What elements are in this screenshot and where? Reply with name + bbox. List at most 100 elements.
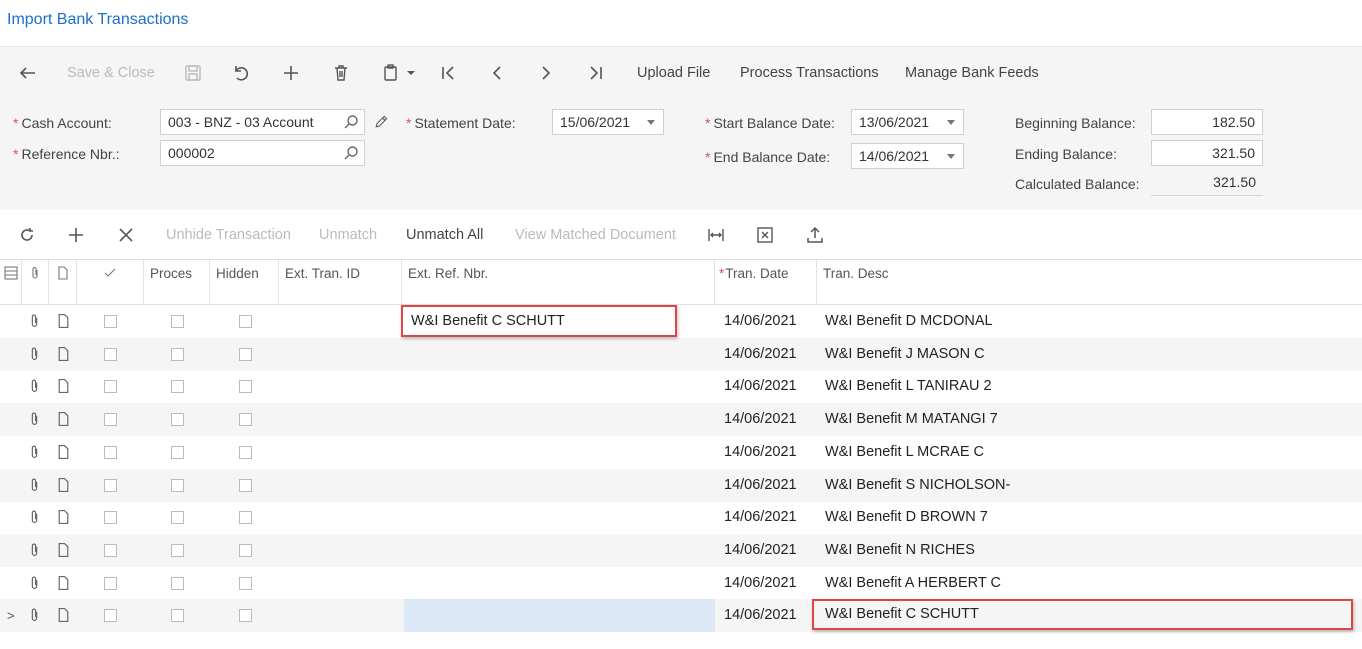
beginning-balance-field[interactable]: 182.50 (1151, 109, 1263, 135)
ext-ref-nbr-cell[interactable] (410, 501, 670, 534)
tran-desc-cell[interactable]: W&I Benefit D MCDONAL (825, 305, 1025, 338)
table-row[interactable]: 14/06/2021 W&I Benefit S NICHOLSON- (0, 468, 1362, 502)
processed-checkbox[interactable] (171, 315, 184, 328)
col-ext-tran-id[interactable]: Ext. Tran. ID (279, 260, 402, 305)
excel-export-icon[interactable] (751, 210, 779, 260)
tran-date-cell[interactable]: 14/06/2021 (724, 567, 814, 600)
checkmark-icon[interactable] (77, 260, 144, 305)
processed-checkbox[interactable] (171, 413, 184, 427)
back-icon[interactable] (14, 47, 42, 99)
tran-desc-cell[interactable]: W&I Benefit A HERBERT C (825, 567, 1025, 600)
statement-date-field[interactable]: 15/06/2021 (552, 109, 664, 135)
hidden-checkbox[interactable] (239, 445, 252, 459)
table-row[interactable]: 14/06/2021 W&I Benefit N RICHES (0, 533, 1362, 567)
ending-balance-field[interactable]: 321.50 (1151, 140, 1263, 166)
previous-record-icon[interactable] (483, 47, 511, 99)
ext-ref-nbr-editor[interactable]: W&I Benefit C SCHUTT (411, 307, 565, 335)
end-balance-date-field[interactable]: 14/06/2021 (851, 143, 964, 169)
note-icon[interactable] (56, 346, 71, 362)
tran-desc-cell[interactable]: W&I Benefit M MATANGI 7 (825, 403, 1025, 436)
fit-columns-icon[interactable] (702, 210, 730, 260)
ext-ref-nbr-cell[interactable] (410, 403, 670, 436)
select-checkbox[interactable] (104, 576, 117, 590)
add-row-icon[interactable] (62, 210, 90, 260)
table-row[interactable]: 14/06/2021 W&I Benefit L MCRAE C (0, 436, 1362, 469)
refresh-icon[interactable] (13, 210, 41, 260)
search-icon[interactable] (343, 113, 359, 129)
ext-ref-nbr-cell[interactable] (410, 599, 670, 632)
unhide-transaction-button[interactable]: Unhide Transaction (166, 210, 291, 260)
tran-desc-cell[interactable]: W&I Benefit L MCRAE C (825, 436, 1025, 469)
attachment-icon[interactable] (27, 542, 42, 558)
note-icon[interactable] (56, 378, 71, 394)
tran-desc-cell[interactable]: W&I Benefit D BROWN 7 (825, 501, 1025, 534)
col-processed[interactable]: Proces (144, 260, 210, 305)
col-ext-ref-nbr[interactable]: Ext. Ref. Nbr. (402, 260, 715, 305)
attachment-icon[interactable] (27, 444, 42, 460)
tran-date-cell[interactable]: 14/06/2021 (724, 403, 814, 436)
tran-date-cell[interactable]: 14/06/2021 (724, 436, 814, 469)
highlight-ext-ref-nbr[interactable]: W&I Benefit C SCHUTT (401, 305, 677, 337)
view-matched-document-button[interactable]: View Matched Document (515, 210, 676, 260)
cash-account-field[interactable]: 003 - BNZ - 03 Account (160, 109, 365, 135)
tran-desc-cell[interactable]: W&I Benefit N RICHES (825, 534, 1025, 567)
note-icon[interactable] (56, 444, 71, 460)
select-checkbox[interactable] (104, 478, 117, 492)
attachment-icon[interactable] (27, 313, 42, 329)
select-checkbox[interactable] (104, 347, 117, 361)
table-row[interactable]: W&I Benefit C SCHUTT 14/06/2021 W&I Benefi… (0, 305, 1362, 338)
hidden-checkbox[interactable] (239, 609, 252, 623)
add-icon[interactable] (277, 47, 305, 99)
processed-checkbox[interactable] (171, 380, 184, 394)
processed-checkbox[interactable] (171, 609, 184, 623)
ext-ref-nbr-cell[interactable] (410, 567, 670, 600)
tran-date-cell[interactable]: 14/06/2021 (724, 599, 814, 632)
hidden-checkbox[interactable] (239, 413, 252, 427)
save-icon[interactable] (179, 47, 207, 99)
hidden-checkbox[interactable] (239, 380, 252, 394)
ext-ref-nbr-cell[interactable] (410, 534, 670, 567)
table-row[interactable]: 14/06/2021 W&I Benefit L TANIRAU 2 (0, 370, 1362, 403)
tran-date-cell[interactable]: 14/06/2021 (724, 305, 814, 338)
upload-file-button[interactable]: Upload File (637, 47, 710, 99)
select-checkbox[interactable] (104, 543, 117, 557)
reference-nbr-field[interactable]: 000002 (160, 140, 365, 166)
ext-ref-nbr-cell[interactable] (410, 338, 670, 371)
hidden-checkbox[interactable] (239, 543, 252, 557)
select-checkbox[interactable] (104, 511, 117, 525)
row-settings-icon[interactable] (0, 260, 22, 305)
ext-ref-nbr-cell[interactable] (410, 469, 670, 502)
processed-checkbox[interactable] (171, 445, 184, 459)
first-record-icon[interactable] (434, 47, 462, 99)
chevron-down-icon[interactable] (399, 47, 423, 99)
search-icon[interactable] (343, 144, 359, 160)
delete-icon[interactable] (327, 47, 355, 99)
delete-row-icon[interactable] (112, 210, 140, 260)
col-tran-desc[interactable]: Tran. Desc (817, 260, 1362, 305)
select-checkbox[interactable] (104, 315, 117, 328)
start-balance-date-field[interactable]: 13/06/2021 (851, 109, 964, 135)
attachment-icon[interactable] (27, 575, 42, 591)
chevron-down-icon[interactable] (947, 154, 955, 159)
processed-checkbox[interactable] (171, 478, 184, 492)
col-tran-date[interactable]: *Tran. Date (715, 260, 817, 305)
processed-checkbox[interactable] (171, 347, 184, 361)
tran-desc-cell[interactable]: W&I Benefit S NICHOLSON- (825, 469, 1025, 502)
select-checkbox[interactable] (104, 380, 117, 394)
attachment-icon[interactable] (27, 346, 42, 362)
highlight-tran-desc[interactable]: W&I Benefit C SCHUTT (812, 599, 1353, 630)
ext-ref-nbr-cell[interactable] (410, 436, 670, 469)
hidden-checkbox[interactable] (239, 576, 252, 590)
save-close-button[interactable]: Save & Close (67, 47, 155, 99)
tran-date-cell[interactable]: 14/06/2021 (724, 501, 814, 534)
undo-icon[interactable] (227, 47, 255, 99)
tran-date-cell[interactable]: 14/06/2021 (724, 469, 814, 502)
select-checkbox[interactable] (104, 445, 117, 459)
note-icon[interactable] (56, 607, 71, 623)
tran-date-cell[interactable]: 14/06/2021 (724, 534, 814, 567)
chevron-down-icon[interactable] (647, 120, 655, 125)
tran-desc-cell[interactable]: W&I Benefit L TANIRAU 2 (825, 370, 1025, 403)
hidden-checkbox[interactable] (239, 315, 252, 328)
hidden-checkbox[interactable] (239, 347, 252, 361)
manage-bank-feeds-button[interactable]: Manage Bank Feeds (905, 47, 1039, 99)
